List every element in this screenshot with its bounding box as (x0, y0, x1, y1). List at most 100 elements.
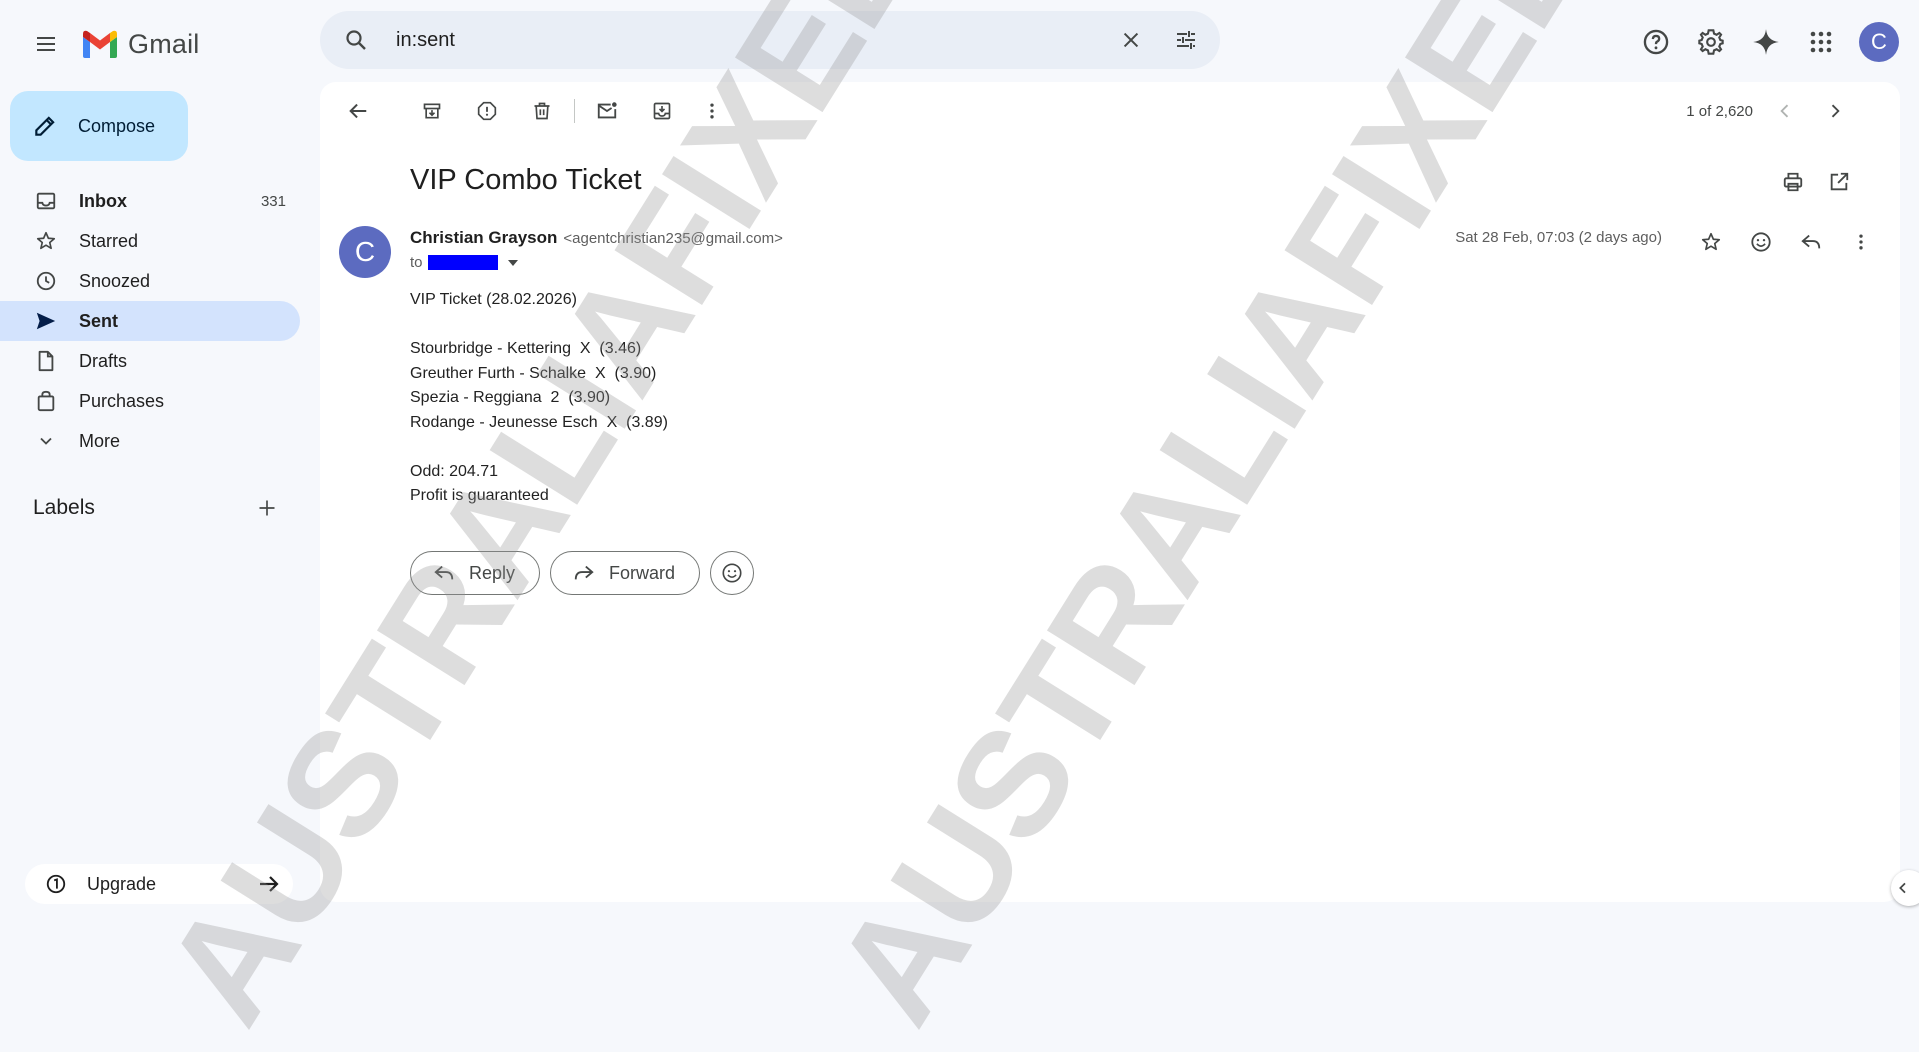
chevron-down-icon (33, 431, 59, 451)
message-more-button[interactable] (1839, 220, 1883, 264)
reply-button[interactable]: Reply (410, 551, 541, 595)
sidebar-item-starred[interactable]: Starred (0, 221, 300, 261)
forward-button[interactable]: Forward (550, 551, 701, 595)
apps-grid-icon (1810, 31, 1832, 53)
apps-button[interactable] (1799, 20, 1843, 64)
forward-label: Forward (609, 562, 676, 583)
sidebar-item-snoozed[interactable]: Snoozed (0, 261, 300, 301)
sidebar-item-label: Starred (79, 230, 139, 251)
redacted-recipient (427, 255, 498, 270)
sidebar-item-drafts[interactable]: Drafts (0, 341, 300, 381)
show-details-button[interactable] (507, 258, 519, 268)
compose-button[interactable]: Compose (10, 91, 188, 161)
clear-search-button[interactable] (1111, 20, 1151, 60)
pagination: 1 of 2,620 (1686, 89, 1853, 133)
inbox-count: 331 (260, 192, 286, 210)
chevron-left-icon (1780, 104, 1789, 118)
search-bar[interactable]: in:sent (320, 11, 1220, 69)
caret-down-icon (507, 259, 518, 266)
newer-button[interactable] (1767, 93, 1803, 129)
open-in-new-icon (1830, 172, 1849, 191)
upgrade-icon (45, 873, 67, 895)
hamburger-icon (37, 37, 55, 51)
chevron-left-icon (1899, 882, 1906, 894)
chevron-right-icon (1831, 104, 1840, 118)
body-line: Stourbridge - Kettering X (3.46) (410, 340, 642, 357)
sidebar-item-label: Sent (79, 310, 119, 331)
sidebar-item-label: Inbox (79, 190, 127, 211)
sender-info: Christian Grayson <agentchristian235@gma… (410, 228, 783, 248)
star-button[interactable] (1689, 220, 1733, 264)
back-button[interactable] (336, 89, 380, 133)
support-button[interactable] (1634, 20, 1678, 64)
gmail-logo[interactable]: Gmail (80, 24, 200, 64)
purchases-icon (33, 390, 59, 412)
email-subject: VIP Combo Ticket (410, 164, 642, 196)
sidebar-item-label: More (79, 430, 121, 451)
pencil-icon (32, 113, 58, 139)
sender-email: <agentchristian235@gmail.com> (563, 230, 783, 247)
sidebar-item-purchases[interactable]: Purchases (0, 381, 300, 421)
main-menu-button[interactable] (26, 24, 66, 64)
forward-icon (574, 565, 594, 580)
compose-label: Compose (78, 115, 156, 136)
emoji-icon (722, 563, 742, 583)
emoji-reaction-button[interactable] (710, 551, 755, 595)
report-icon (477, 101, 497, 121)
side-panel-toggle[interactable] (1891, 870, 1919, 906)
upgrade-button[interactable]: Upgrade (25, 864, 293, 904)
inbox-icon (33, 190, 59, 212)
search-options-button[interactable] (1166, 20, 1206, 60)
more-vert-icon (1859, 234, 1863, 250)
archive-button[interactable] (410, 89, 454, 133)
body-line: Spezia - Reggiana 2 (3.90) (410, 389, 611, 406)
to-label: to (410, 254, 423, 271)
sender-avatar[interactable]: C (339, 226, 391, 278)
gear-icon (1698, 29, 1724, 55)
clock-icon (33, 270, 59, 292)
settings-button[interactable] (1689, 20, 1733, 64)
arrow-back-icon (349, 103, 367, 119)
sidebar-item-more[interactable]: More (0, 421, 300, 461)
sidebar-item-inbox[interactable]: Inbox 331 (0, 181, 300, 221)
pagination-text: 1 of 2,620 (1686, 102, 1753, 120)
add-label-button[interactable] (257, 498, 277, 518)
archive-icon (423, 103, 441, 119)
arrow-right-icon (257, 872, 281, 896)
gemini-button[interactable] (1744, 20, 1788, 64)
move-to-button[interactable] (640, 89, 684, 133)
sidebar-item-label: Snoozed (79, 270, 151, 291)
more-vert-icon (710, 103, 714, 119)
sidebar-nav: Inbox 331 Starred Snoozed Sent Drafts Pu… (0, 181, 300, 461)
reply-icon-button[interactable] (1789, 220, 1833, 264)
recipient-line: to (410, 254, 519, 271)
print-button[interactable] (1775, 164, 1811, 200)
search-icon[interactable] (342, 26, 370, 54)
close-icon (1123, 32, 1139, 48)
reply-icon (1801, 234, 1821, 249)
search-input[interactable]: in:sent (396, 29, 1111, 52)
delete-button[interactable] (520, 89, 564, 133)
body-line: Odd: 204.71 (410, 462, 499, 480)
trash-icon (534, 102, 550, 120)
sender-name[interactable]: Christian Grayson (410, 228, 557, 248)
sidebar-item-sent[interactable]: Sent (0, 301, 300, 341)
plus-icon (259, 500, 275, 516)
tune-icon (1177, 31, 1195, 49)
message-actions (1689, 220, 1883, 264)
reply-label: Reply (469, 562, 516, 583)
labels-section: Labels (33, 494, 293, 522)
older-button[interactable] (1817, 93, 1853, 129)
body-line (410, 435, 668, 460)
open-new-window-button[interactable] (1821, 164, 1857, 200)
account-avatar[interactable]: C (1859, 22, 1899, 62)
reply-icon (434, 565, 454, 580)
report-spam-button[interactable] (465, 89, 509, 133)
more-actions-button[interactable] (690, 89, 734, 133)
email-date: Sat 28 Feb, 07:03 (2 days ago) (1455, 229, 1662, 246)
add-reaction-button[interactable] (1739, 220, 1783, 264)
star-icon (33, 230, 59, 252)
subject-actions (1775, 164, 1857, 200)
body-line: VIP Ticket (28.02.2026) (410, 291, 577, 308)
mark-unread-button[interactable] (585, 89, 629, 133)
